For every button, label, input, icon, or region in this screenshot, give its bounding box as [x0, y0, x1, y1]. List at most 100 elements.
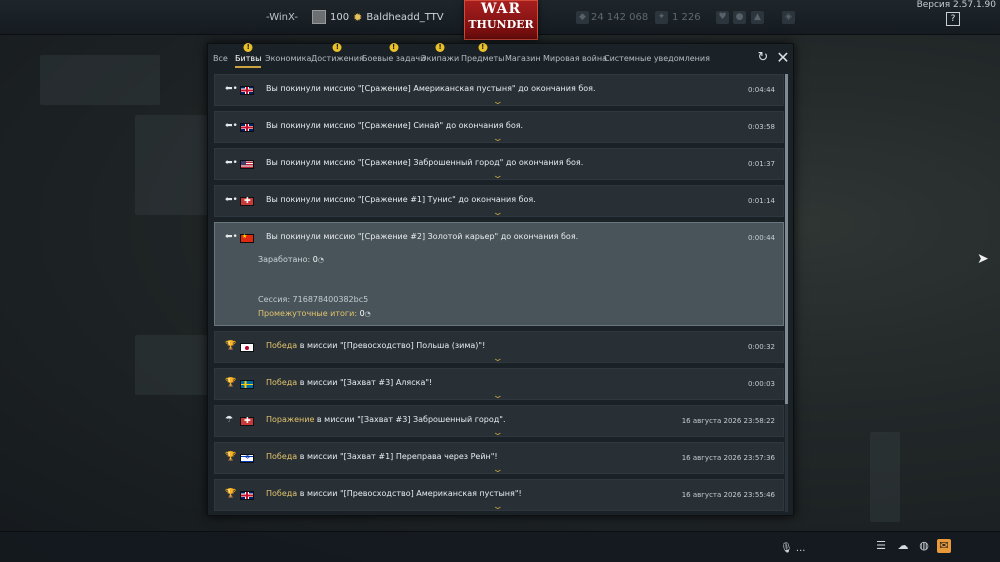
message-row[interactable]: ⬅• Вы покинули миссию "[Сражение #1] Туни… [214, 185, 784, 218]
message-row[interactable]: ⬅• Вы покинули миссию "[Сражение] Синай" … [214, 111, 784, 144]
message-time: 0:03:58 [748, 123, 775, 131]
tab-achievements[interactable]: ! Достижения [311, 43, 364, 63]
shop-icon[interactable]: ◈ [782, 11, 795, 24]
exit-icon: ⬅• [225, 195, 238, 205]
country-flag-icon [240, 454, 254, 463]
chevron-down-icon[interactable]: ⌄ [492, 428, 504, 438]
version-label: Версия 2.57.1.90 [916, 0, 996, 10]
help-button[interactable]: ? [946, 12, 960, 26]
exit-icon: ⬅• [225, 158, 238, 168]
country-flag-icon [240, 233, 254, 243]
chevron-down-icon[interactable]: ⌄ [492, 465, 504, 475]
tab-label: Битвы [235, 54, 262, 63]
tab-battles[interactable]: ! Битвы [235, 43, 262, 68]
background-panel [135, 115, 210, 215]
top-bar: -WinX- 100 ✹ Baldheadd_TTV WAR THUNDER ◆… [0, 0, 1000, 40]
tab-battle-tasks[interactable]: ! Боевые задачи [362, 43, 426, 63]
golden-eagles-balance[interactable]: 1 226 [672, 12, 701, 23]
war-thunder-logo[interactable]: WAR THUNDER [464, 0, 538, 40]
tab-crews[interactable]: ! Экипажи [421, 43, 460, 63]
close-icon[interactable]: ✕ [776, 50, 790, 66]
country-flag-icon [240, 160, 254, 169]
message-time: 16 августа 2026 23:58:22 [681, 417, 775, 425]
orders-icon[interactable]: ▲ [751, 11, 764, 24]
squad-nickname[interactable]: -WinX- [266, 12, 298, 23]
interim-results-link[interactable]: Промежуточные итоги: 0◔ [258, 309, 371, 318]
result-label: Победа [266, 489, 298, 498]
notifications-icon[interactable]: ● [733, 11, 746, 24]
message-time: 16 августа 2026 23:55:46 [681, 491, 775, 499]
chat-icon[interactable]: ◍ [917, 539, 931, 553]
country-flag-icon [240, 86, 254, 95]
refresh-icon[interactable]: ↻ [756, 51, 770, 65]
microphone-icon: 🎙 [780, 543, 793, 554]
avatar [312, 10, 326, 24]
squad-icon[interactable]: ☁ [896, 539, 910, 553]
player-profile[interactable]: 100 ✹ Baldheadd_TTV [312, 10, 444, 24]
tab-label: Экономика [265, 54, 312, 63]
tab-all[interactable]: Все [213, 54, 228, 63]
message-time: 0:00:44 [748, 234, 775, 242]
warning-icon: ! [478, 43, 488, 52]
warning-icon: ! [435, 43, 445, 52]
message-row[interactable]: ☂ Поражение в миссии "[Захват #3] Заброше… [214, 405, 784, 438]
tab-world-war[interactable]: Мировая война [543, 54, 607, 63]
background-panel [870, 432, 900, 522]
message-row[interactable]: 🏆 Победа в миссии "[Превосходство] Америк… [214, 479, 784, 512]
chevron-down-icon[interactable]: ⌄ [492, 97, 504, 107]
warning-icon: ! [243, 43, 253, 52]
message-body: в миссии "[Захват #1] Переправа через Ре… [297, 452, 498, 461]
voice-chat[interactable]: 🎙 ... [780, 543, 805, 554]
tab-label: Системные уведомления [604, 54, 710, 63]
bottom-bar: 🎙 ... ☰ ☁ ◍ ✉ [0, 531, 1000, 562]
message-time: 0:01:37 [748, 160, 775, 168]
premium-icon[interactable]: ♥ [716, 11, 729, 24]
tab-items[interactable]: ! Предметы [461, 43, 504, 63]
chevron-down-icon[interactable]: ⌄ [492, 391, 504, 401]
exit-icon: ⬅• [225, 121, 238, 131]
exit-icon: ⬅• [225, 84, 238, 94]
scrollbar[interactable] [785, 74, 788, 512]
silver-lions-icon: ◔ [364, 310, 371, 318]
warning-icon: ! [332, 43, 342, 52]
silver-lions-balance[interactable]: 24 142 068 [591, 12, 648, 23]
tab-label: Мировая война [543, 54, 607, 63]
chevron-down-icon[interactable]: ⌄ [492, 171, 504, 181]
message-row[interactable]: 🏆 Победа в миссии "[Захват #1] Переправа … [214, 442, 784, 475]
silver-lions-icon: ◆ [576, 11, 589, 24]
result-label: Победа [266, 341, 298, 350]
chevron-down-icon[interactable]: ⌄ [492, 354, 504, 364]
session-id: Сессия: 716878400382bc5 [258, 295, 369, 304]
tab-label: Боевые задачи [362, 54, 426, 63]
country-flag-icon [240, 491, 254, 500]
player-name: Baldheadd_TTV [366, 11, 444, 23]
message-body: Вы покинули миссию "[Сражение #2] Золото… [266, 232, 579, 241]
message-row[interactable]: 🏆 Победа в миссии "[Захват #3] Аляска"! 0:… [214, 368, 784, 401]
message-row[interactable]: 🏆 Победа в миссии "[Превосходство] Польша… [214, 331, 784, 364]
trophy-icon: 🏆 [225, 378, 237, 388]
tab-system-notifications[interactable]: Системные уведомления [604, 54, 710, 63]
message-text: Вы покинули миссию "[Сражение #2] Золото… [266, 232, 578, 241]
background-panel [40, 55, 160, 105]
message-row[interactable]: ⬅• Вы покинули миссию "[Сражение #2] Золо… [214, 222, 784, 326]
mouse-cursor-icon: ➤ [977, 251, 989, 267]
tab-economy[interactable]: Экономика [265, 54, 311, 63]
tab-label: Магазин [505, 54, 541, 63]
message-row[interactable]: ⬅• Вы покинули миссию "[Сражение] Америка… [214, 74, 784, 107]
message-row[interactable]: ⬅• Вы покинули миссию "[Сражение] Заброше… [214, 148, 784, 181]
tab-label: Экипажи [421, 54, 460, 63]
message-body: Вы покинули миссию "[Сражение] Американс… [266, 84, 596, 93]
mail-icon[interactable]: ✉ [937, 539, 951, 553]
chevron-down-icon[interactable]: ⌄ [492, 134, 504, 144]
chevron-down-icon[interactable]: ⌄ [492, 502, 504, 512]
tab-label: Все [213, 54, 228, 63]
tab-store[interactable]: Магазин [505, 54, 541, 63]
parachute-icon: ☂ [225, 415, 234, 425]
voice-chat-label: ... [795, 543, 806, 554]
earned-label: Заработано: [258, 255, 311, 264]
chevron-down-icon[interactable]: ⌄ [492, 208, 504, 218]
scrollbar-thumb[interactable] [785, 74, 788, 404]
country-flag-icon [240, 416, 254, 426]
message-time: 0:04:44 [748, 86, 775, 94]
list-icon[interactable]: ☰ [874, 539, 888, 553]
